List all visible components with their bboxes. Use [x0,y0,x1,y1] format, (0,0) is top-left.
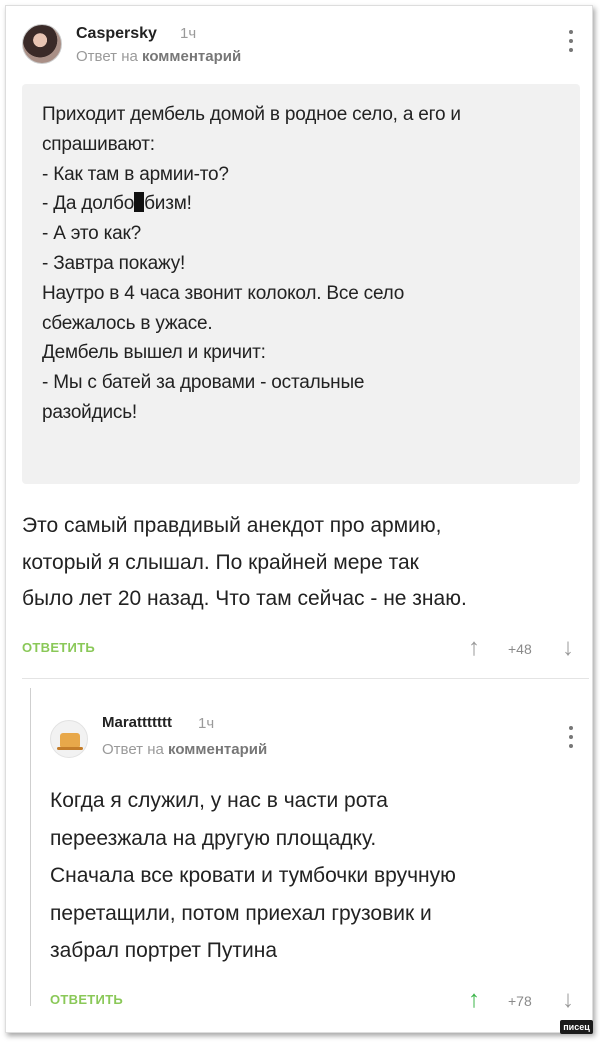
reply-button[interactable]: ОТВЕТИТЬ [22,640,95,655]
comment-line: который я слышал. По крайней мере так [22,550,419,574]
author-name[interactable]: Caspersky [76,25,157,43]
author-name[interactable]: Marattttttt [102,714,172,731]
comment-line: перетащили, потом приехал грузовик и [50,901,432,925]
downvote-icon[interactable]: ↓ [562,636,574,660]
plate-icon [57,747,83,750]
comment-time: 1ч [180,25,197,42]
upvote-icon[interactable]: ↑ [468,636,480,660]
more-options-icon[interactable] [568,30,574,52]
quote-line: - А это как? [42,223,141,245]
comment-line: Это самый правдивый анекдот про армию, [22,514,442,537]
reply-to-link[interactable]: комментарий [168,741,267,758]
comment-header: Caspersky 1ч Ответ на комментарий [22,22,582,70]
reply-button[interactable]: ОТВЕТИТЬ [50,992,123,1007]
quote-line: - Да долбо бизм! [42,189,560,219]
comment-body: Это самый правдивый анекдот про армию, к… [22,508,592,618]
divider [22,678,589,679]
quote-line: сбежалось в ужасе. [42,312,213,334]
avatar[interactable] [22,24,62,64]
quote-line: - Завтра покажу! [42,252,186,274]
reply-to-prefix: Ответ на [102,741,169,758]
quoted-text-block: Приходит дембель домой в родное село, а … [22,84,580,484]
reply-to-label: Ответ на комментарий [102,741,267,758]
reply-to-link[interactable]: комментарий [142,48,241,65]
comment-line: было лет 20 назад. Что там сейчас - не з… [22,587,467,610]
avatar[interactable] [50,720,88,758]
reply-to-label: Ответ на комментарий [76,48,241,65]
quote-line: - Мы с батей за дровами - остальные [42,372,365,394]
more-options-icon[interactable] [568,726,574,748]
vote-score: +78 [508,993,532,1009]
comment-line: переезжала на другую площадку. [50,826,377,850]
comment-body: Когда я служил, у нас в части рота перее… [50,782,590,970]
watermark-logo: писец [560,1020,593,1034]
comment-actions: ОТВЕТИТЬ ↑ +48 ↓ [22,636,588,662]
vote-score: +48 [508,641,532,657]
quote-fragment: - Да долбо [42,193,135,215]
quote-line: разойдись! [42,401,137,423]
quote-line: Наутро в 4 часа звонит колокол. Все село [42,282,405,304]
quote-line: Дембель вышел и кричит: [42,342,266,364]
comment-time: 1ч [198,715,215,732]
comment-actions: ОТВЕТИТЬ ↑ +78 ↓ [50,988,590,1014]
censor-block-icon [134,192,145,213]
quote-line: Приходит дембель домой в родное село, а … [42,104,461,125]
quote-line: спрашивают: [42,133,155,155]
comment-line: Когда я служил, у нас в части рота [50,789,388,812]
cake-icon [60,733,80,747]
quote-fragment: бизм! [144,193,192,215]
quote-line: - Как там в армии-то? [42,163,229,185]
comment-line: Сначала все кровати и тумбочки вручную [50,864,456,887]
reply-to-prefix: Ответ на [76,48,143,65]
comment-line: забрал портрет Путина [50,939,278,962]
upvote-icon[interactable]: ↑ [468,988,480,1012]
downvote-icon[interactable]: ↓ [562,988,574,1012]
thread-line[interactable] [30,688,31,1006]
